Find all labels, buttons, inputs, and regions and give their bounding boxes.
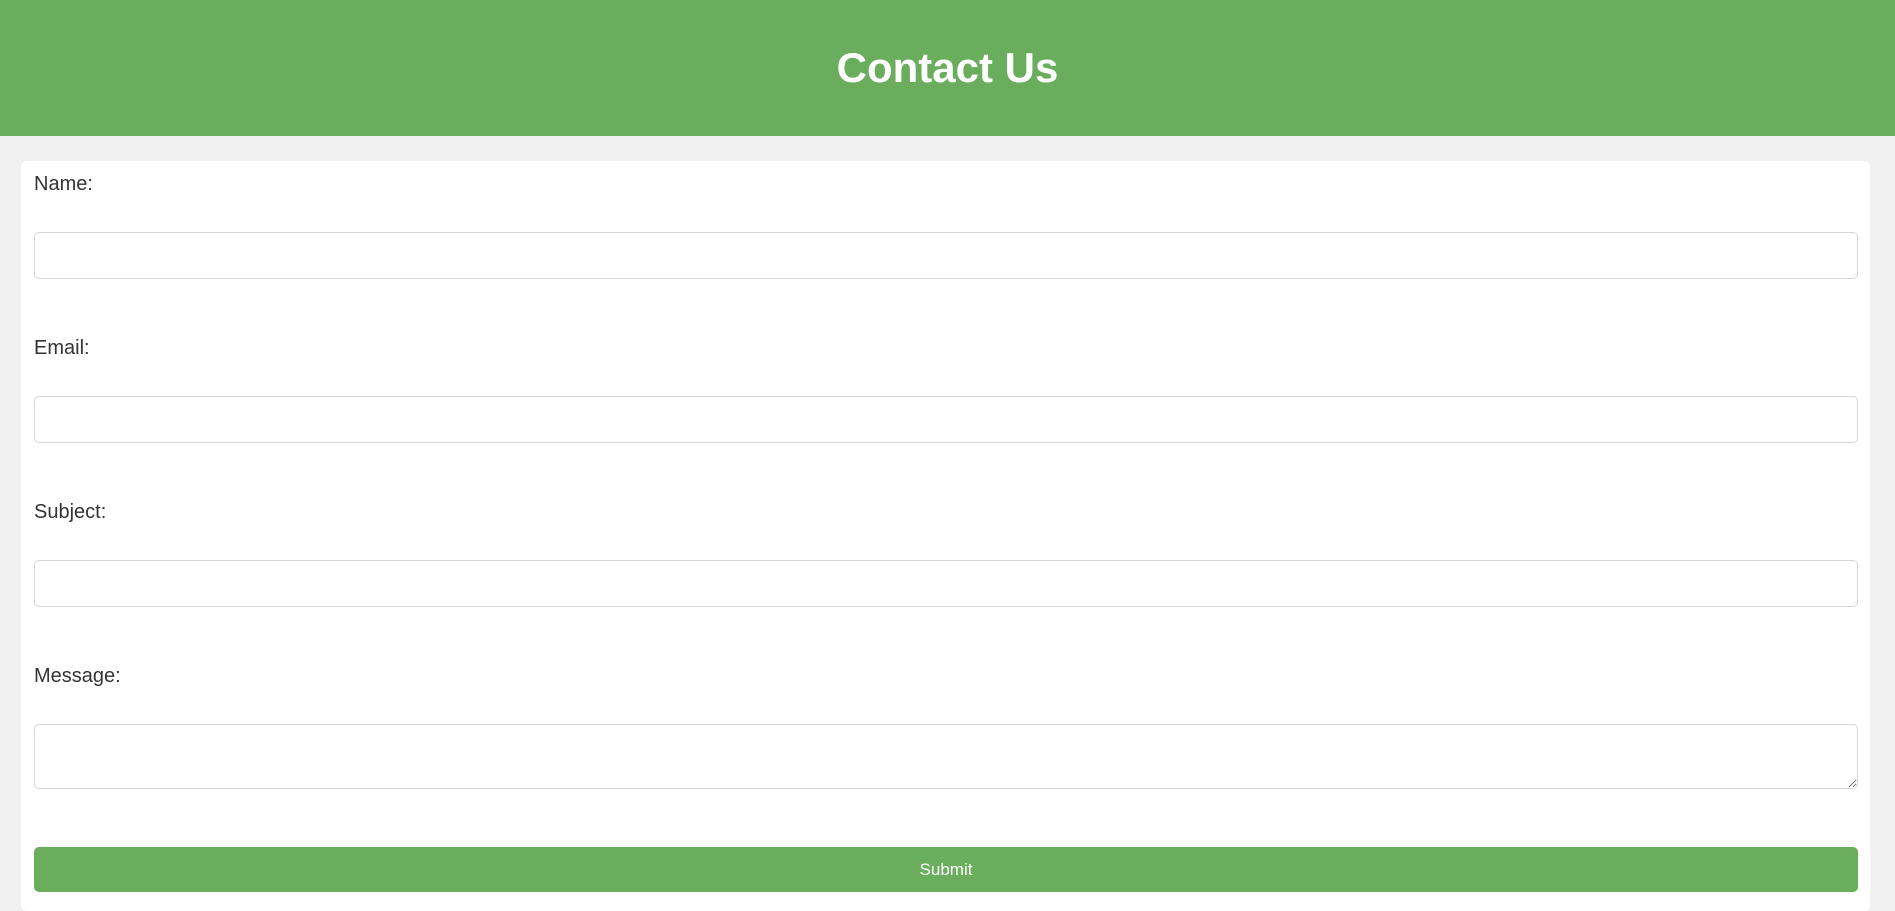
contact-form: Name: Email: Subject: Message: Submit (21, 161, 1870, 911)
submit-button[interactable]: Submit (34, 847, 1858, 892)
subject-label: Subject: (34, 501, 107, 523)
name-input[interactable] (34, 232, 1858, 279)
message-label: Message: (34, 665, 121, 687)
page-header: Contact Us (0, 0, 1895, 136)
email-input[interactable] (34, 396, 1858, 443)
page-title: Contact Us (836, 44, 1059, 91)
email-label: Email: (34, 337, 90, 359)
subject-input[interactable] (34, 560, 1858, 607)
name-label: Name: (34, 173, 93, 195)
message-textarea[interactable] (34, 724, 1858, 789)
